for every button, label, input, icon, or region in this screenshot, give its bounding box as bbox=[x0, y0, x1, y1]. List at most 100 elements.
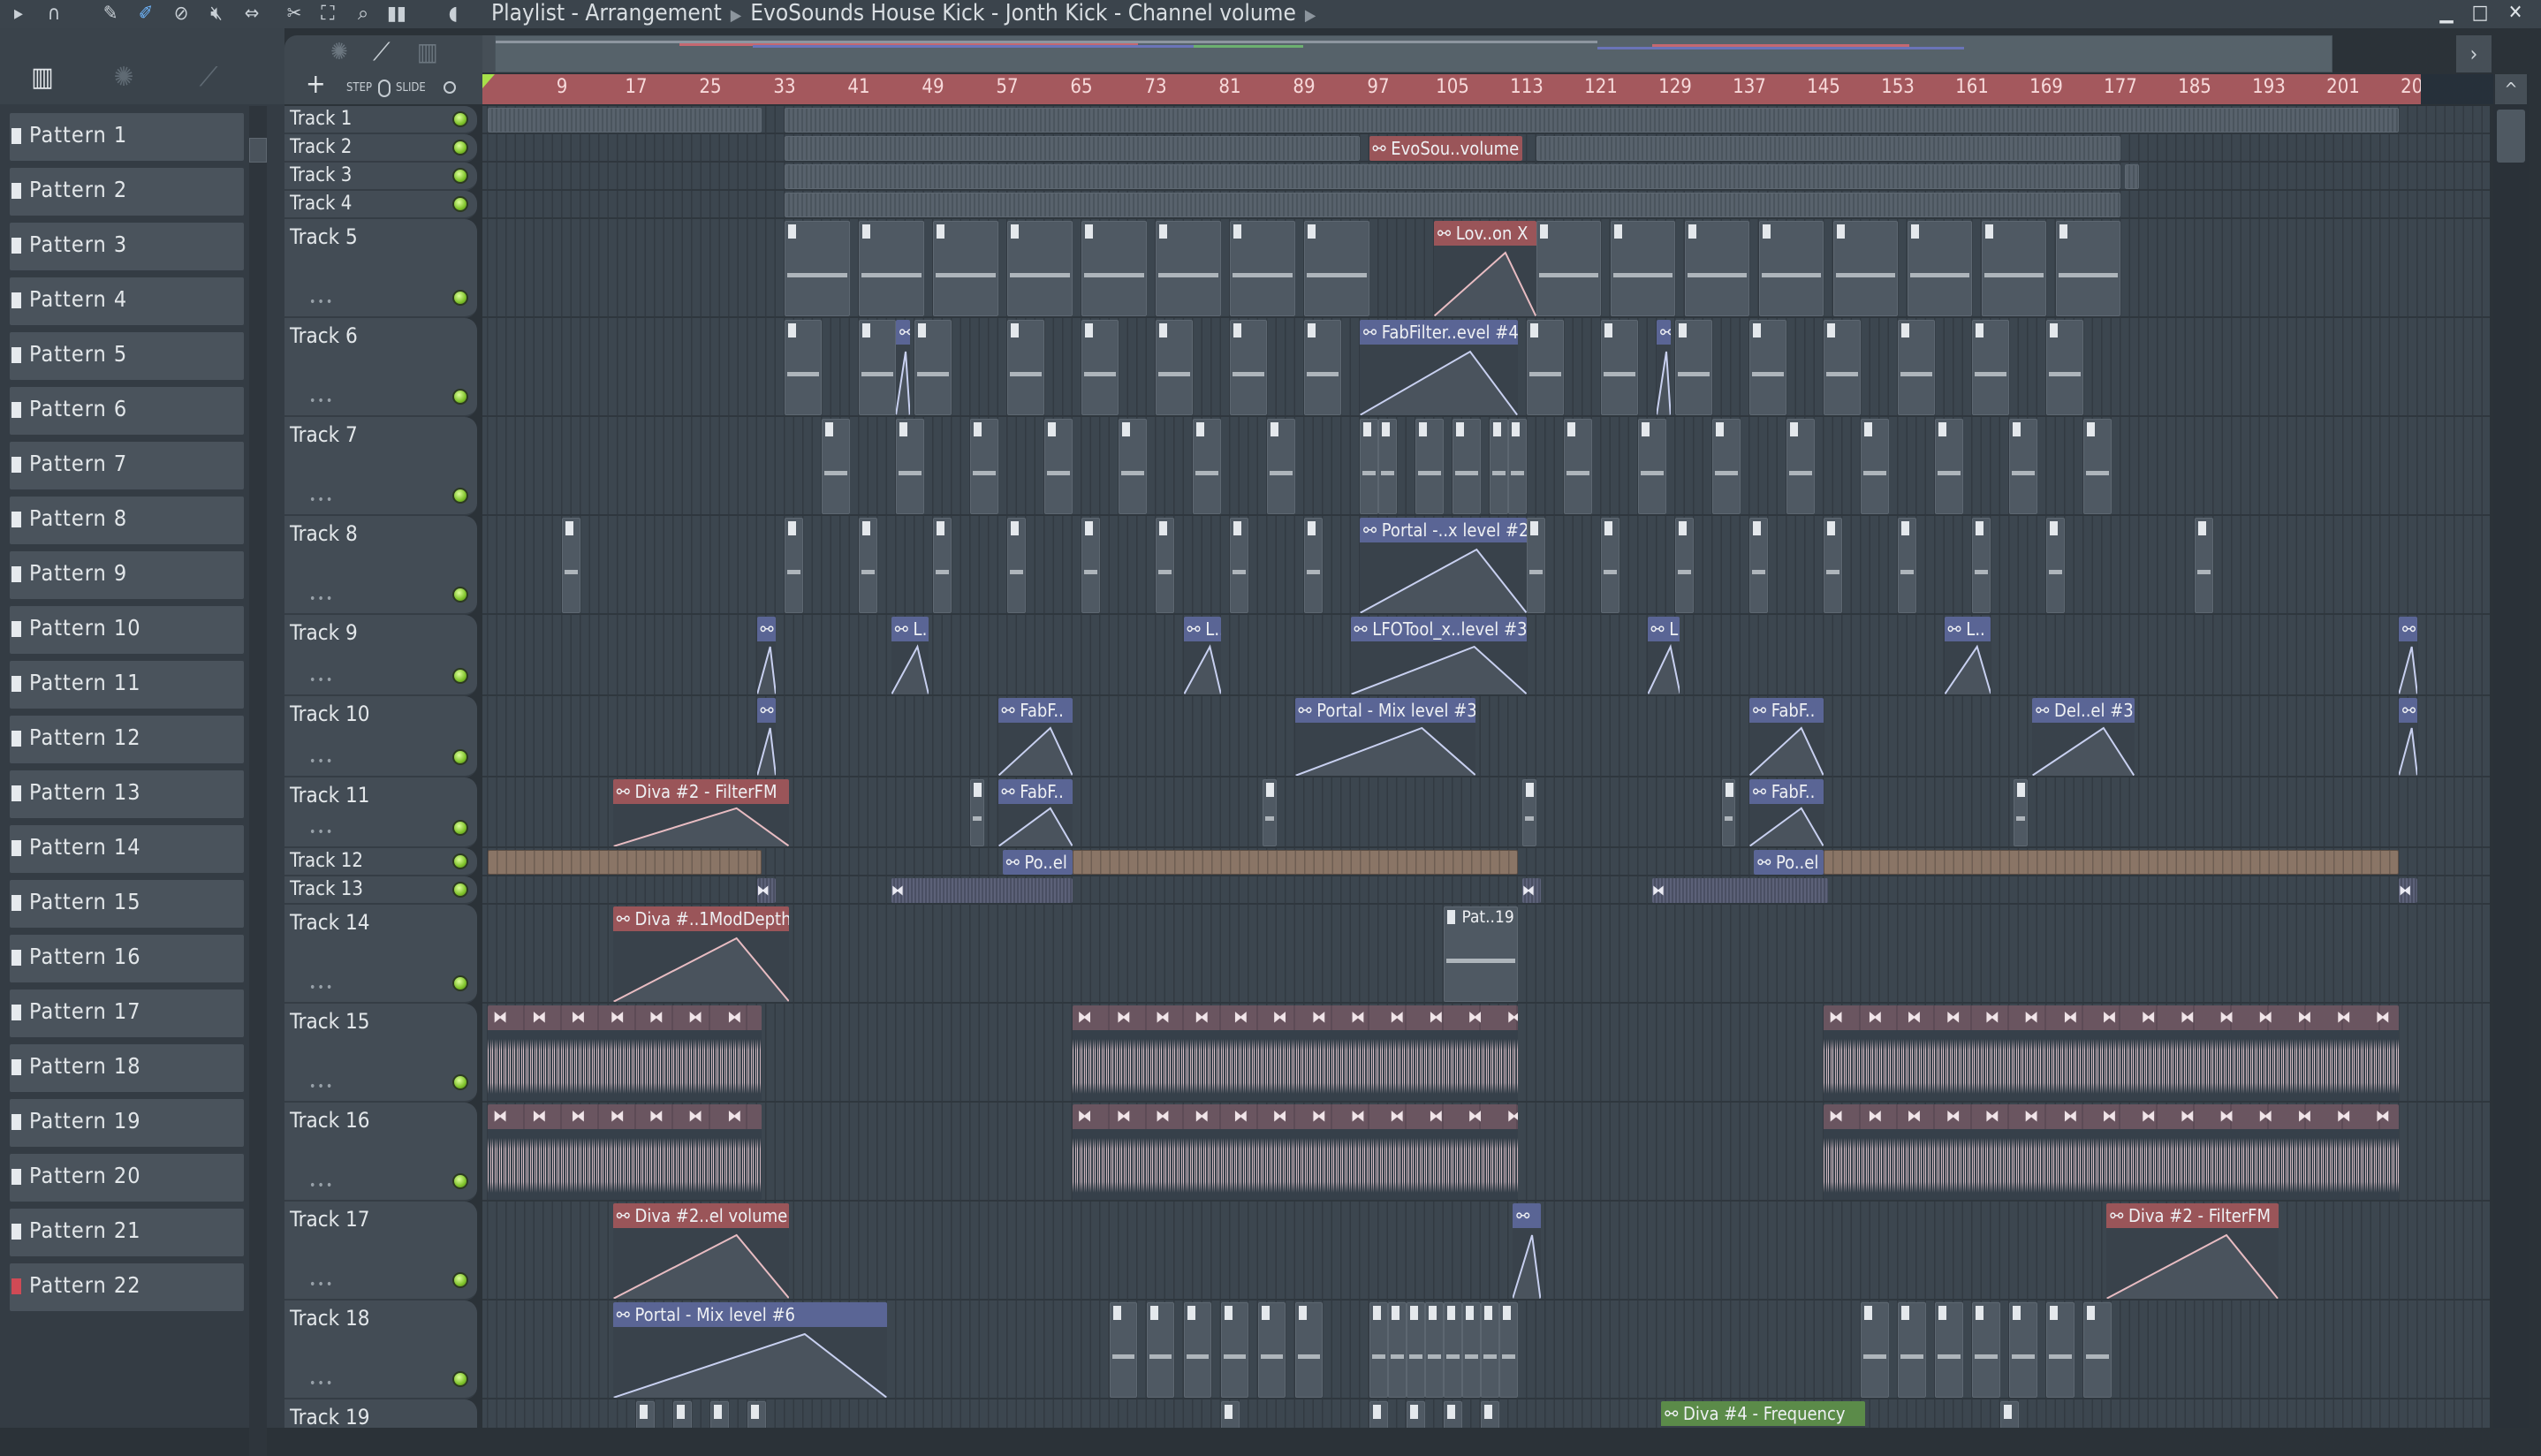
pattern-clip[interactable] bbox=[1898, 320, 1935, 415]
pattern-clip[interactable] bbox=[1220, 1302, 1248, 1398]
track-mute-led[interactable] bbox=[452, 587, 468, 603]
automation-clip[interactable]: ⚯ Portal - Mix level #6 bbox=[612, 1302, 887, 1398]
pattern-clip[interactable] bbox=[1360, 419, 1378, 514]
audio-wave-icon[interactable]: ✺ bbox=[104, 62, 143, 94]
pattern-item[interactable]: Pattern 21 bbox=[10, 1209, 244, 1256]
pattern-clip[interactable] bbox=[2014, 779, 2028, 846]
pattern-clip[interactable] bbox=[1536, 136, 2120, 161]
vertical-scrollbar[interactable]: ^ bbox=[2493, 74, 2529, 1428]
pattern-item[interactable]: Pattern 3 bbox=[10, 223, 244, 270]
pattern-clip[interactable] bbox=[1443, 1401, 1462, 1428]
audio-clip[interactable]: ⧓⧓⧓⧓⧓⧓⧓⧓⧓⧓⧓⧓⧓⧓⧓ bbox=[1824, 1005, 2399, 1101]
pattern-clip[interactable] bbox=[1601, 518, 1619, 613]
pattern-clip[interactable] bbox=[785, 518, 803, 613]
track-mute-led[interactable] bbox=[452, 1074, 468, 1090]
piano-icon[interactable]: ▥ bbox=[23, 62, 62, 94]
pattern-clip[interactable] bbox=[1907, 221, 1972, 316]
pattern-clip[interactable] bbox=[1999, 1401, 2019, 1428]
song-position-marker[interactable] bbox=[482, 74, 495, 88]
track-lane[interactable]: ⚯ EvoSou..volume bbox=[482, 134, 2490, 163]
pattern-item[interactable]: Pattern 4 bbox=[10, 277, 244, 325]
automation-clip[interactable]: ⚯ bbox=[756, 698, 776, 776]
track-header[interactable]: Track 2 bbox=[284, 134, 477, 163]
pattern-clip[interactable] bbox=[2083, 1302, 2112, 1398]
track-header[interactable]: Track 18 ••• bbox=[284, 1301, 477, 1399]
automation-clip[interactable]: ⚯ L.. bbox=[1944, 617, 1991, 694]
automation-clip[interactable]: ⚯ Po..el bbox=[1002, 850, 1073, 875]
track-mute-led[interactable] bbox=[452, 140, 468, 155]
pattern-item[interactable]: Pattern 5 bbox=[10, 332, 244, 380]
track-mute-led[interactable] bbox=[452, 853, 468, 869]
magnet-snap-icon[interactable]: ∩ bbox=[41, 2, 67, 27]
pattern-clip[interactable] bbox=[1262, 779, 1277, 846]
pattern-clip[interactable] bbox=[1972, 1302, 2000, 1398]
pattern-clip[interactable] bbox=[785, 221, 850, 316]
pattern-clip[interactable] bbox=[1601, 320, 1638, 415]
pattern-clip[interactable] bbox=[1480, 1401, 1499, 1428]
track-options-icon[interactable]: ••• bbox=[309, 755, 334, 769]
track-lane[interactable] bbox=[482, 417, 2490, 516]
automation-clip[interactable]: ⚯ bbox=[1657, 320, 1671, 415]
pencil-icon[interactable]: ✎ bbox=[97, 2, 124, 27]
pattern-clip[interactable] bbox=[1749, 320, 1786, 415]
pattern-clip[interactable] bbox=[933, 518, 952, 613]
pattern-clip[interactable] bbox=[1378, 419, 1397, 514]
pattern-item[interactable]: Pattern 6 bbox=[10, 387, 244, 435]
pattern-clip[interactable] bbox=[1156, 320, 1193, 415]
automation-clip[interactable]: ⚯ Diva #..1ModDepth bbox=[612, 906, 790, 1002]
select-icon[interactable]: ⛶ bbox=[315, 2, 341, 27]
track-options-icon[interactable]: ••• bbox=[309, 1179, 334, 1193]
pattern-clip[interactable] bbox=[1183, 1302, 1211, 1398]
pattern-clip[interactable] bbox=[1675, 320, 1712, 415]
track-options-icon[interactable]: ••• bbox=[309, 981, 334, 995]
track-lane[interactable]: ⚯ Diva #..1ModDepth Pat..19 bbox=[482, 905, 2490, 1004]
pattern-clip[interactable] bbox=[1156, 518, 1174, 613]
pattern-clip[interactable] bbox=[1861, 419, 1889, 514]
pattern-clip[interactable] bbox=[1898, 518, 1916, 613]
pattern-clip[interactable] bbox=[747, 1401, 766, 1428]
pattern-clip[interactable] bbox=[1267, 419, 1295, 514]
pattern-clip[interactable] bbox=[1304, 221, 1369, 316]
pattern-clip[interactable] bbox=[673, 1401, 692, 1428]
track-lane[interactable]: ⚯ Diva #4 - Frequency bbox=[482, 1399, 2490, 1428]
track-options-icon[interactable]: ••• bbox=[309, 493, 334, 507]
pattern-clip[interactable] bbox=[1007, 518, 1026, 613]
automation-clip[interactable]: ⚯ Diva #2 - FilterFM bbox=[2106, 1203, 2279, 1299]
pattern-clip[interactable] bbox=[1415, 419, 1444, 514]
mute-icon[interactable]: 🔇︎ bbox=[203, 2, 230, 27]
audio-clip[interactable]: ⧓⧓⧓⧓⧓⧓⧓⧓⧓⧓⧓⧓ bbox=[1072, 1005, 1518, 1101]
track-mute-led[interactable] bbox=[452, 882, 468, 898]
track-header[interactable]: Track 4 bbox=[284, 191, 477, 219]
pattern-clip[interactable] bbox=[1480, 1302, 1499, 1398]
pattern-clip[interactable] bbox=[1406, 1401, 1425, 1428]
track-lane[interactable]: ⧓ ⧓ ⧓ ⧓ ⧓ bbox=[482, 876, 2490, 905]
pattern-clip[interactable] bbox=[1638, 419, 1666, 514]
pattern-clip[interactable] bbox=[1521, 779, 1536, 846]
pattern-clip[interactable] bbox=[1146, 1302, 1174, 1398]
pattern-clip[interactable] bbox=[785, 320, 822, 415]
track-header[interactable]: Track 15 ••• bbox=[284, 1004, 477, 1103]
slide-toggle[interactable] bbox=[444, 81, 456, 94]
track-header[interactable]: Track 5 ••• bbox=[284, 219, 477, 318]
pattern-clip[interactable] bbox=[1490, 419, 1508, 514]
track-lane[interactable]: ⧓⧓⧓⧓⧓⧓⧓ ⧓⧓⧓⧓⧓⧓⧓⧓⧓⧓⧓⧓ ⧓⧓⧓⧓⧓⧓⧓⧓⧓⧓⧓⧓⧓⧓⧓ bbox=[482, 1103, 2490, 1202]
pattern-clip[interactable] bbox=[1972, 320, 2009, 415]
track-options-icon[interactable]: ••• bbox=[309, 295, 334, 309]
track-options-icon[interactable]: ••• bbox=[309, 1376, 334, 1391]
pattern-clip[interactable] bbox=[1369, 1401, 1388, 1428]
pattern-clip[interactable] bbox=[1406, 1302, 1425, 1398]
pattern-clip[interactable] bbox=[1610, 221, 1675, 316]
automation-clip[interactable]: ⚯ EvoSou..volume bbox=[1369, 136, 1522, 161]
pattern-clip-icon[interactable]: ▥ bbox=[417, 37, 438, 66]
track-mute-led[interactable] bbox=[452, 168, 468, 184]
automation-clip[interactable]: ⚯ bbox=[2399, 617, 2417, 694]
pattern-clip[interactable] bbox=[859, 221, 924, 316]
pattern-clip[interactable] bbox=[2055, 221, 2120, 316]
track-header[interactable]: Track 11 ••• bbox=[284, 777, 477, 848]
pattern-item[interactable]: Pattern 9 bbox=[10, 551, 244, 599]
pattern-item[interactable]: Pattern 2 bbox=[10, 168, 244, 216]
pattern-clip[interactable] bbox=[1721, 779, 1736, 846]
scrollbar-thumb[interactable] bbox=[249, 138, 267, 163]
pattern-item[interactable]: Pattern 1 bbox=[10, 113, 244, 161]
pattern-clip[interactable] bbox=[785, 108, 2399, 133]
